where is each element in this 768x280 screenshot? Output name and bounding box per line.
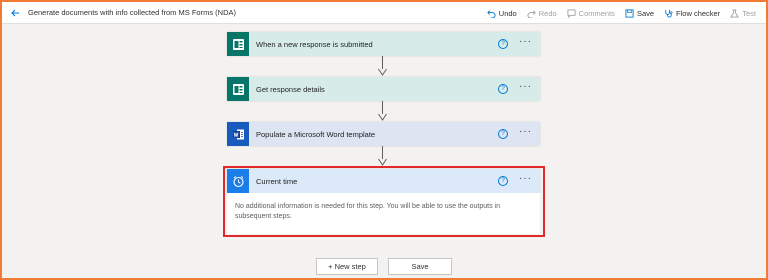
command-bar: Undo Redo Comments Save Flow checker Tes… [487, 2, 756, 24]
help-icon[interactable]: ? [498, 84, 508, 94]
step-card-get-response[interactable]: Get response details ? ··· [227, 77, 540, 101]
stethoscope-icon [664, 9, 673, 18]
more-options-icon[interactable]: ··· [519, 37, 532, 47]
step-card-word-template[interactable]: Populate a Microsoft Word template ? ··· [227, 122, 540, 146]
ms-forms-icon [227, 32, 249, 56]
redo-button[interactable]: Redo [527, 9, 557, 18]
help-icon[interactable]: ? [498, 129, 508, 139]
more-options-icon[interactable]: ··· [519, 82, 532, 92]
more-options-icon[interactable]: ··· [519, 127, 532, 137]
step-title: When a new response is submitted [256, 39, 373, 49]
step-title: Get response details [256, 84, 325, 94]
word-icon [227, 122, 249, 146]
step-card-trigger[interactable]: When a new response is submitted ? ··· [227, 32, 540, 56]
flask-icon [730, 8, 740, 18]
step-title: Populate a Microsoft Word template [256, 129, 376, 139]
redo-icon [527, 9, 536, 18]
test-label: Test [742, 8, 756, 18]
test-button[interactable]: Test [730, 9, 756, 18]
help-icon[interactable]: ? [498, 39, 508, 49]
top-bar: Generate documents with info collected f… [2, 2, 766, 24]
comments-label: Comments [578, 8, 615, 18]
flow-checker-label: Flow checker [676, 8, 721, 18]
save-icon [625, 8, 634, 18]
step-header[interactable]: Populate a Microsoft Word template ? ··· [227, 122, 540, 146]
save-label: Save [636, 8, 655, 18]
comments-button[interactable]: Comments [567, 9, 615, 18]
step-header[interactable]: When a new response is submitted ? ··· [227, 32, 540, 56]
redo-label: Redo [538, 8, 557, 18]
step-header[interactable]: Get response details ? ··· [227, 77, 540, 101]
highlight-box [223, 166, 545, 237]
arrow-down-icon [378, 68, 387, 76]
flow-checker-button[interactable]: Flow checker [664, 9, 720, 18]
new-step-button[interactable]: + New step [316, 258, 378, 275]
save-button[interactable]: Save [625, 9, 654, 18]
save-flow-button[interactable]: Save [388, 258, 452, 275]
undo-icon [487, 9, 496, 18]
flow-title: Generate documents with info collected f… [28, 8, 236, 17]
ms-forms-icon [227, 77, 249, 101]
undo-label: Undo [498, 8, 517, 18]
comment-icon [567, 8, 576, 18]
arrow-down-icon [378, 113, 387, 121]
back-arrow-icon[interactable] [6, 8, 24, 18]
undo-button[interactable]: Undo [487, 9, 517, 18]
